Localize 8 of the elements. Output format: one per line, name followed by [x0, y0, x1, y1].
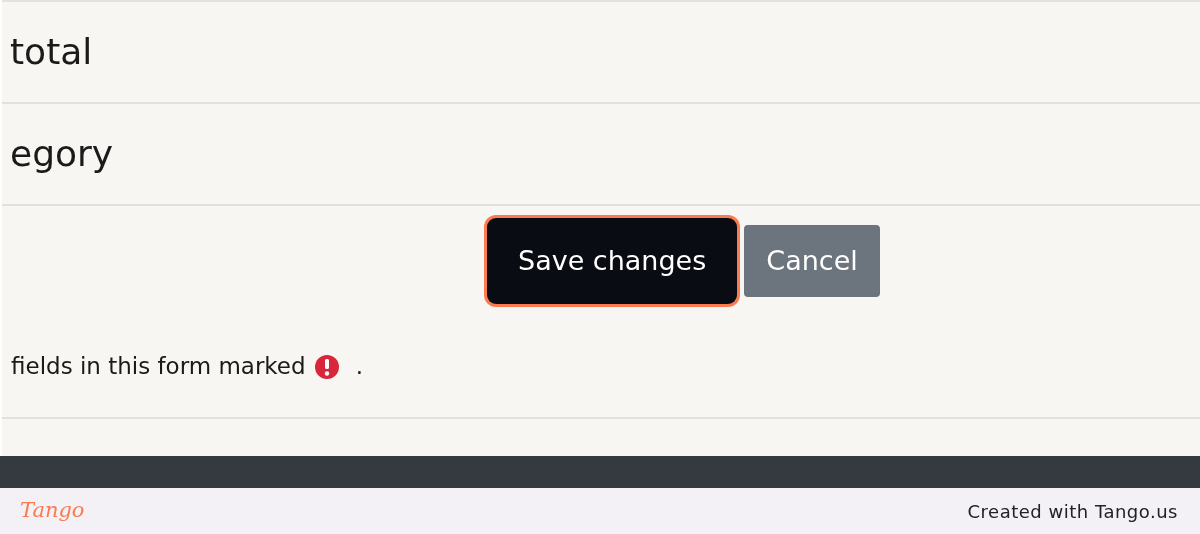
field-label: egory [10, 132, 114, 176]
note-text: fields in this form marked [11, 352, 306, 382]
cancel-button[interactable]: Cancel [744, 225, 880, 297]
footer-credit: Created with Tango.us [967, 499, 1178, 524]
field-label: total [10, 30, 93, 74]
footer-logo: Tango [20, 497, 85, 525]
note-period: . [355, 352, 363, 382]
required-icon [313, 353, 340, 380]
